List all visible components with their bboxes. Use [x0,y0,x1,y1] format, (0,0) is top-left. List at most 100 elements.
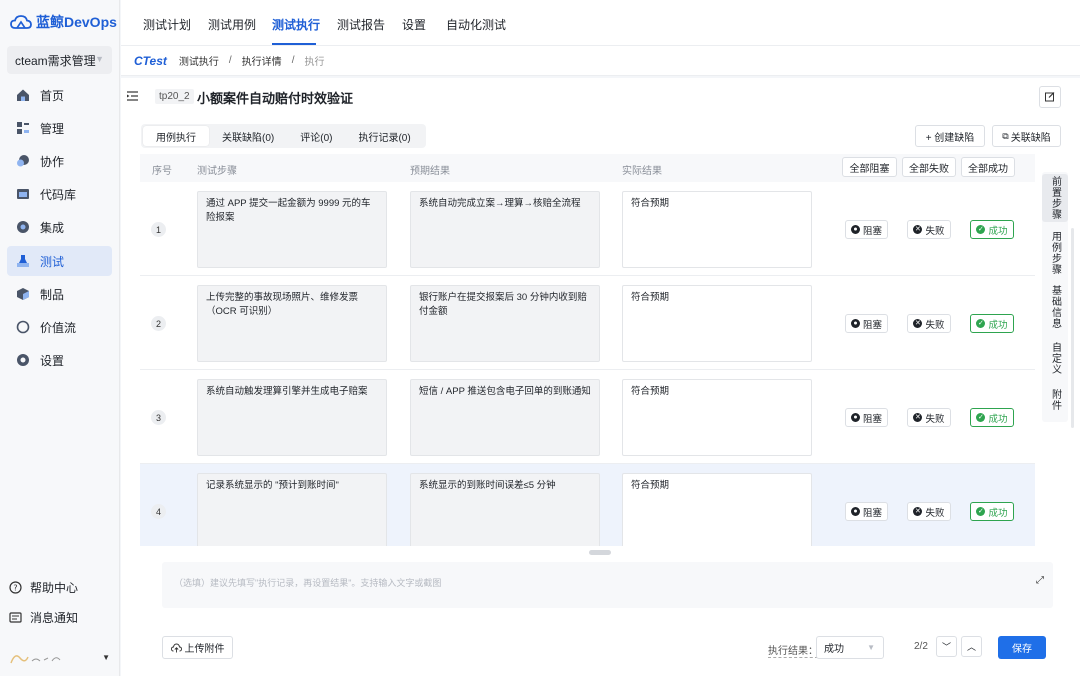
side-tab-attachment[interactable]: 附件 [1042,382,1068,418]
block-button[interactable]: ● 阻塞 [845,220,888,239]
create-defect-button[interactable]: + 创建缺陷 [915,125,985,147]
next-case-button[interactable]: ﹀ [936,636,957,657]
manage-icon [17,122,29,134]
sidebar-item-code-repo[interactable]: 代码库 [7,179,112,209]
block-label: 阻塞 [862,225,882,237]
close-icon: ✕ [913,413,923,422]
fail-button[interactable]: ✕ 失败 [907,220,951,239]
save-button[interactable]: 保存 [998,636,1046,659]
notify-label: 消息通知 [30,611,79,625]
user-menu[interactable]: ▼ [8,648,112,668]
code-repo-icon [17,189,29,199]
expected-text[interactable]: 银行账户在提交报案后 30 分钟内收到赔付金额 [410,285,600,362]
sidebar-item-value-stream[interactable]: 价值流 [7,312,112,342]
block-button[interactable]: ● 阻塞 [845,408,888,427]
tab-comments[interactable]: 评论(0) [287,126,345,146]
step-text[interactable]: 记录系统显示的 "预计到账时间" [197,473,387,546]
tab-case-execution[interactable]: 用例执行 [143,126,209,146]
tab-linked-defects[interactable]: 关联缺陷(0) [209,126,287,146]
detail-tabs: 用例执行 关联缺陷(0) 评论(0) 执行记录(0) [141,124,426,148]
app-logo[interactable]: 蓝鲸DevOps [10,12,117,32]
case-id: tp20_2 [155,89,194,104]
check-icon: ✓ [976,507,986,516]
resize-handle[interactable] [589,550,611,555]
edit-button[interactable] [1039,86,1061,108]
active-tab-indicator [272,43,316,45]
pass-button[interactable]: ✓ 成功 [970,314,1014,333]
side-tab-basic-info[interactable]: 基础信息 [1042,282,1068,332]
prev-case-button[interactable]: ︿ [961,636,982,657]
project-selector[interactable]: cteam需求管理 ▼ [7,46,112,74]
svg-text:?: ? [13,584,17,593]
step-text[interactable]: 系统自动触发理算引擎并生成电子赔案 [197,379,387,456]
pass-label: 成功 [988,319,1008,331]
chevron-up-icon: ︿ [966,642,976,652]
pass-all-button[interactable]: 全部成功 [961,157,1015,177]
notification-link[interactable]: 消息通知 [9,609,78,626]
sidebar-item-integration[interactable]: 集成 [7,212,112,242]
fail-all-button[interactable]: 全部失败 [902,157,956,177]
steps-table: 序号 测试步骤 预期结果 实际结果 全部阻塞 全部失败 全部成功 1 通过 AP… [140,154,1035,546]
block-button[interactable]: ● 阻塞 [845,502,888,521]
expected-text[interactable]: 短信 / APP 推送包含电子回单的到账通知 [410,379,600,456]
block-all-button[interactable]: 全部阻塞 [842,157,897,177]
sidebar-item-label: 代码库 [40,187,77,202]
sidebar: 蓝鲸DevOps cteam需求管理 ▼ 首页 管理 协作 代码库 集成 测试 … [0,0,120,676]
sidebar-item-collaborate[interactable]: 协作 [7,146,112,176]
actual-result-input[interactable]: 符合预期 [622,473,812,546]
side-tab-case-steps[interactable]: 用例步骤 [1042,228,1068,278]
expand-icon[interactable]: ⤢ [1036,575,1044,586]
fail-label: 失败 [925,319,945,331]
link-defect-button[interactable]: ⧉ 关联缺陷 [992,125,1061,147]
fail-label: 失败 [925,225,945,237]
block-button[interactable]: ● 阻塞 [845,314,888,333]
breadcrumb-item[interactable]: 测试执行 [179,53,219,68]
link-defect-label: 关联缺陷 [1010,132,1051,144]
fail-button[interactable]: ✕ 失败 [907,408,951,427]
sidebar-item-home[interactable]: 首页 [7,80,112,110]
upload-attachment-button[interactable]: 上传附件 [162,636,233,659]
fail-button[interactable]: ✕ 失败 [907,314,951,333]
expected-text[interactable]: 系统自动完成立案→理算→核赔全流程 [410,191,600,268]
step-text[interactable]: 上传完整的事故现场照片、维修发票（OCR 可识别） [197,285,387,362]
chevron-down-icon: ▼ [102,653,110,662]
upload-label: 上传附件 [184,644,225,655]
actual-result-input[interactable]: 符合预期 [622,285,812,362]
sidebar-item-label: 首页 [40,88,65,103]
help-label: 帮助中心 [30,581,79,595]
tab-test-plan[interactable]: 测试计划 [143,16,191,33]
tab-test-case[interactable]: 测试用例 [208,16,256,33]
upload-cloud-icon [170,643,182,652]
side-tab-precondition[interactable]: 前置步骤 [1042,174,1068,222]
note-placeholder: （选填）建议先填写"执行记录，再设置结果"。支持输入文字或截图 [174,578,442,588]
tab-execution-records[interactable]: 执行记录(0) [345,126,423,146]
fail-button[interactable]: ✕ 失败 [907,502,951,521]
execution-note-input[interactable]: （选填）建议先填写"执行记录，再设置结果"。支持输入文字或截图 ⤢ [162,562,1053,608]
tab-settings[interactable]: 设置 [402,16,426,33]
collapse-list-icon[interactable] [127,91,138,101]
sidebar-item-artifact[interactable]: 制品 [7,279,112,309]
pass-label: 成功 [988,225,1008,237]
help-center-link[interactable]: ? 帮助中心 [9,579,78,596]
tab-automation[interactable]: 自动化测试 [446,16,506,33]
pass-button[interactable]: ✓ 成功 [970,408,1014,427]
pass-button[interactable]: ✓ 成功 [970,220,1014,239]
side-anchor-tabs: 前置步骤 用例步骤 基础信息 自定义 附件 [1042,172,1068,422]
sidebar-item-settings[interactable]: 设置 [7,345,112,375]
block-label: 阻塞 [862,507,882,519]
execution-result-select[interactable]: 成功 ▼ [816,636,884,659]
breadcrumb-item[interactable]: 执行详情 [242,53,282,68]
actual-result-input[interactable]: 符合预期 [622,191,812,268]
table-row: 1 通过 APP 提交一起金额为 9999 元的车险报案 系统自动完成立案→理算… [140,182,1035,276]
actual-result-input[interactable]: 符合预期 [622,379,812,456]
sidebar-item-manage[interactable]: 管理 [7,113,112,143]
tab-test-execution[interactable]: 测试执行 [272,16,320,33]
check-icon: ✓ [976,319,986,328]
pass-button[interactable]: ✓ 成功 [970,502,1014,521]
sidebar-item-test[interactable]: 测试 [7,246,112,276]
side-tab-custom[interactable]: 自定义 [1042,338,1068,378]
scrollbar[interactable] [1071,228,1074,428]
tab-test-report[interactable]: 测试报告 [337,16,385,33]
expected-text[interactable]: 系统显示的到账时间误差≤5 分钟 [410,473,600,546]
step-text[interactable]: 通过 APP 提交一起金额为 9999 元的车险报案 [197,191,387,268]
